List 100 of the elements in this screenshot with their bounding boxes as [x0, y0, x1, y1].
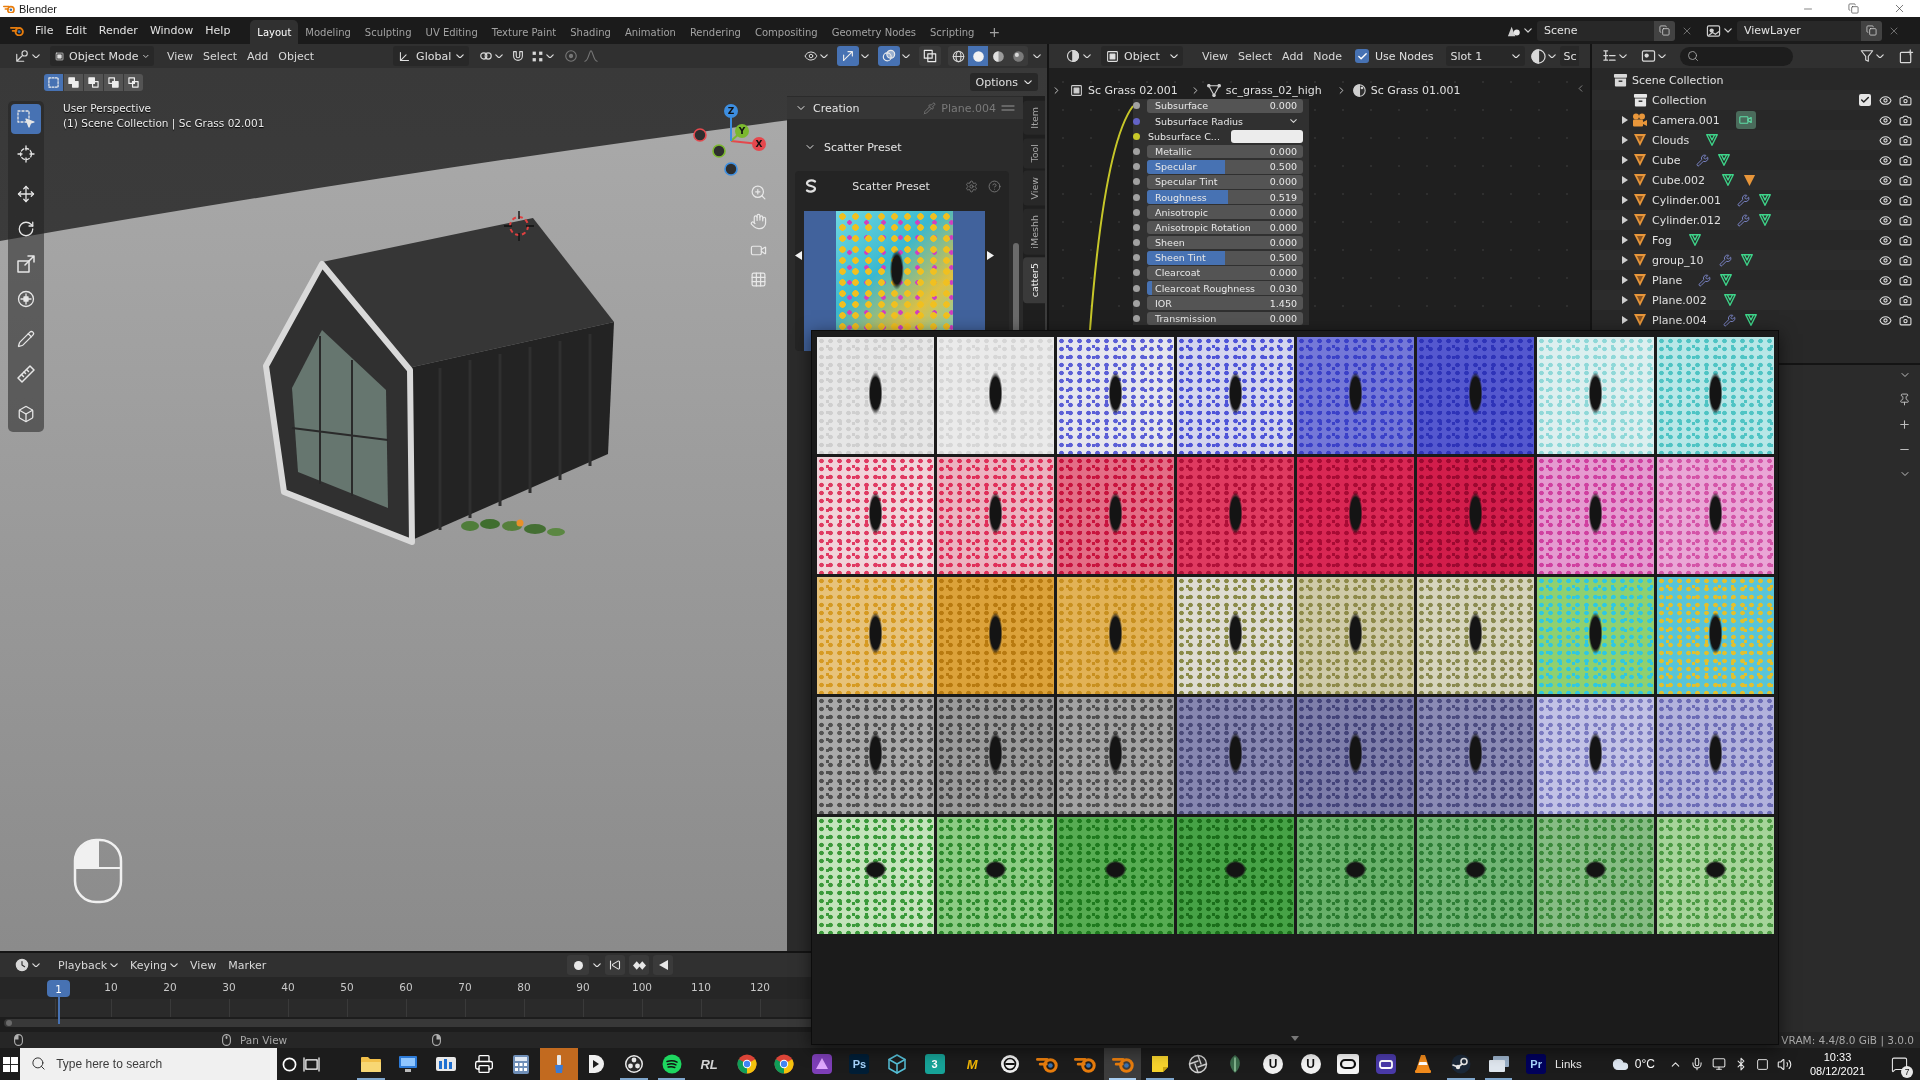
volume-icon[interactable]	[1776, 1056, 1792, 1072]
select-mode-button[interactable]	[104, 74, 123, 91]
outliner-row[interactable]: Clouds	[1592, 130, 1920, 150]
select-mode-button[interactable]	[124, 74, 143, 91]
preset-thumbnail[interactable]	[1176, 337, 1294, 454]
sidebar-tab[interactable]: catter5	[1023, 257, 1045, 304]
preset-thumbnail[interactable]	[1176, 697, 1294, 814]
number-field[interactable]: Anisotropic Rotation 0.000	[1147, 220, 1303, 235]
settings-icon[interactable]	[965, 179, 978, 193]
new-collection-icon[interactable]	[1899, 48, 1914, 64]
pin-icon[interactable]	[1898, 393, 1911, 406]
toggle-button[interactable]	[919, 46, 941, 66]
falloff-curve-icon[interactable]	[584, 49, 599, 63]
preset-thumbnail[interactable]	[1056, 337, 1174, 454]
preset-thumbnail[interactable]	[1656, 457, 1774, 574]
socket-dot[interactable]	[1133, 178, 1140, 186]
menu-item[interactable]: Object	[273, 46, 320, 66]
mesh-data-icon[interactable]	[1758, 213, 1773, 227]
checkbox-icon[interactable]	[1355, 49, 1370, 63]
mesh-data-icon[interactable]	[1740, 253, 1755, 267]
preset-thumbnail[interactable]	[1296, 337, 1414, 454]
shading-mode-button[interactable]	[948, 46, 968, 66]
eye-icon[interactable]	[1878, 273, 1892, 287]
outliner-row[interactable]: Camera.001	[1592, 110, 1920, 130]
preset-thumbnail[interactable]	[816, 817, 934, 934]
outliner-row[interactable]: Cylinder.012	[1592, 210, 1920, 230]
taskbar-app-button[interactable]: U	[1254, 1048, 1292, 1080]
render-camera-icon[interactable]	[1898, 113, 1912, 127]
preset-thumbnail[interactable]	[1536, 577, 1654, 694]
eye-icon[interactable]	[1878, 153, 1892, 167]
menu-item[interactable]: Marker	[223, 955, 272, 975]
material-name-field[interactable]: Sc	[1559, 46, 1579, 66]
previous-arrow-icon[interactable]	[795, 251, 802, 260]
socket-dot[interactable]	[1133, 269, 1140, 277]
preset-thumbnail[interactable]	[1416, 457, 1534, 574]
eye-icon[interactable]	[1878, 313, 1892, 327]
preset-thumbnail[interactable]	[1416, 697, 1534, 814]
expand-arrow-icon[interactable]	[1622, 296, 1628, 304]
number-field[interactable]: Anisotropic 0.000	[1147, 205, 1303, 220]
menu-dropdown[interactable]: Playback	[53, 955, 124, 975]
workspace-tab[interactable]: Texture Paint	[484, 20, 564, 44]
preset-thumbnail[interactable]	[1056, 457, 1174, 574]
eye-icon[interactable]	[1878, 253, 1892, 267]
eye-icon[interactable]	[1878, 173, 1892, 187]
magnet-icon[interactable]	[511, 49, 526, 63]
render-camera-icon[interactable]	[1898, 313, 1912, 327]
select-mode-button[interactable]	[64, 74, 83, 91]
socket-dot[interactable]	[1133, 223, 1140, 231]
render-camera-icon[interactable]	[1898, 213, 1912, 227]
filter-icon[interactable]	[1860, 49, 1874, 63]
preset-thumbnail[interactable]	[936, 817, 1054, 934]
workspace-tab[interactable]: Rendering	[682, 20, 748, 44]
preset-thumbnail[interactable]	[1536, 697, 1654, 814]
snap-grid-icon[interactable]	[531, 49, 545, 63]
mesh-data-icon[interactable]	[1719, 273, 1734, 287]
current-frame-label[interactable]: 1	[47, 980, 70, 997]
preset-thumbnail[interactable]	[1296, 577, 1414, 694]
preset-thumbnail[interactable]	[1416, 817, 1534, 934]
slot-dropdown[interactable]: Slot 1	[1445, 46, 1525, 66]
workspace-tab[interactable]: Sculpting	[357, 20, 419, 44]
outliner-row[interactable]: Cylinder.001	[1592, 190, 1920, 210]
preset-thumbnail[interactable]	[1176, 817, 1294, 934]
workspace-tab[interactable]: Layout	[250, 20, 299, 44]
select-mode-button[interactable]	[84, 74, 103, 91]
shading-mode-button[interactable]	[988, 46, 1008, 66]
render-camera-icon[interactable]	[1898, 253, 1912, 267]
next-arrow-icon[interactable]	[987, 251, 994, 260]
outliner-row[interactable]: Plane.002	[1592, 290, 1920, 310]
render-camera-icon[interactable]	[1898, 293, 1912, 307]
workspace-tab[interactable]: Geometry Nodes	[824, 20, 923, 44]
menu-item[interactable]: Select	[198, 46, 243, 66]
options-button[interactable]: Options	[969, 73, 1038, 91]
expand-arrow-icon[interactable]	[1622, 216, 1628, 224]
wrench-icon[interactable]	[1737, 213, 1751, 227]
eye-icon[interactable]	[1878, 213, 1892, 227]
workspace-tab[interactable]: Compositing	[747, 20, 825, 44]
menu-dropdown[interactable]: Keying	[125, 955, 184, 975]
eye-icon[interactable]	[1878, 93, 1892, 107]
object-icon[interactable]	[1742, 173, 1756, 187]
outliner-row[interactable]: Cube	[1592, 150, 1920, 170]
mesh-data-icon[interactable]	[1717, 153, 1732, 167]
preset-thumbnail[interactable]	[816, 457, 934, 574]
eye-icon[interactable]	[1878, 133, 1892, 147]
workspace-tab[interactable]: Scripting	[923, 20, 982, 44]
expand-arrow-icon[interactable]	[1622, 156, 1628, 164]
previous-keyframe-button[interactable]	[629, 955, 650, 975]
preset-thumbnail[interactable]	[1056, 697, 1174, 814]
preset-thumbnail[interactable]	[936, 337, 1054, 454]
taskbar-app-button[interactable]: Ps	[840, 1048, 879, 1080]
preset-thumbnail[interactable]	[1296, 817, 1414, 934]
preset-thumbnail[interactable]	[936, 697, 1054, 814]
menu-item[interactable]: View	[162, 46, 199, 66]
preset-thumbnail[interactable]	[936, 457, 1054, 574]
render-camera-icon[interactable]	[1898, 193, 1912, 207]
number-field[interactable]: IOR 1.450	[1147, 296, 1303, 311]
render-camera-icon[interactable]	[1898, 133, 1912, 147]
weather-button[interactable]: 0°C	[1611, 1055, 1655, 1073]
preset-thumbnail[interactable]	[936, 577, 1054, 694]
axis-handle[interactable]	[693, 128, 707, 142]
workspace-tab[interactable]: UV Editing	[418, 20, 485, 44]
